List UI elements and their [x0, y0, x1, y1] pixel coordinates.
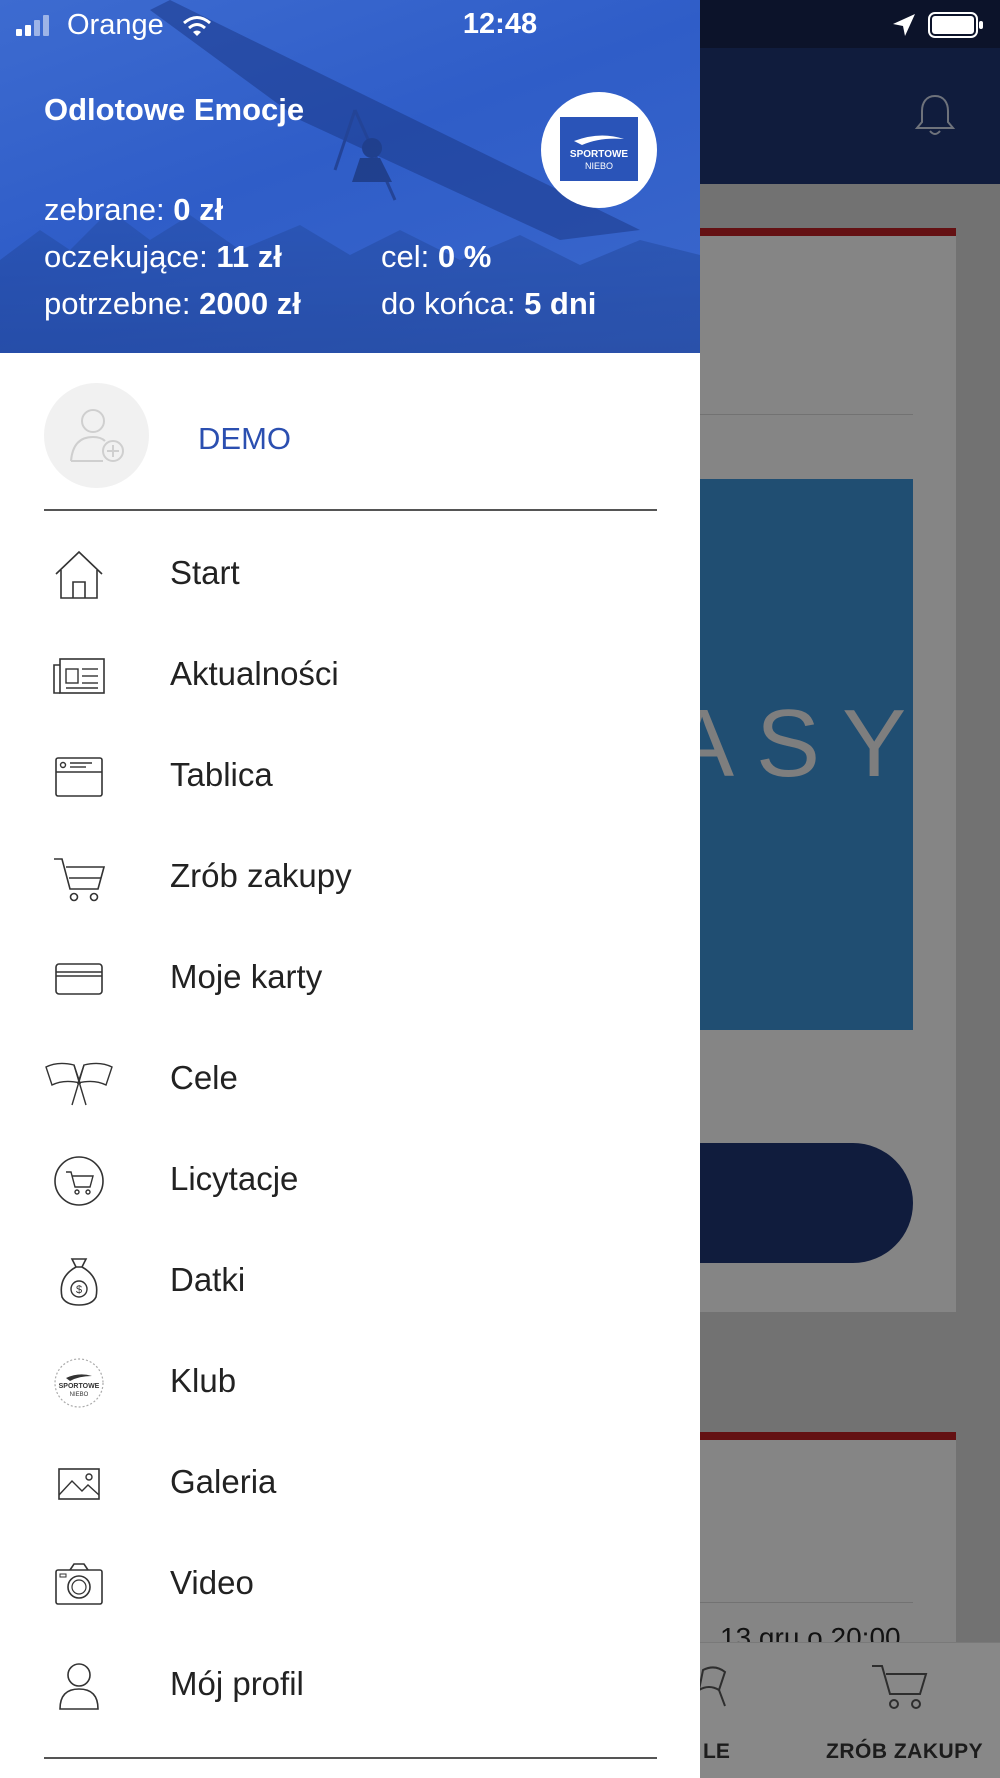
location-arrow-icon: [893, 14, 915, 36]
stat-label: cel:: [381, 239, 430, 274]
flags-icon: [45, 1062, 113, 1106]
stat-value: 0 %: [437, 239, 492, 274]
menu-item-label: Klub: [170, 1362, 237, 1399]
stat-label: oczekujące:: [44, 239, 208, 274]
stat-value: 11 zł: [216, 239, 282, 274]
home-icon: [55, 550, 103, 599]
menu-item-board[interactable]: Tablica: [0, 726, 700, 827]
battery-icon: [928, 12, 983, 38]
stat-needed: potrzebne: 2000 zł: [44, 286, 301, 322]
menu-item-label: Licytacje: [170, 1160, 299, 1197]
wifi-icon: [183, 16, 211, 36]
clock: 12:48: [462, 8, 538, 40]
menu-item-news[interactable]: Aktualności: [0, 625, 700, 726]
menu-item-start[interactable]: Start: [0, 524, 700, 625]
menu-item-goals[interactable]: Cele: [0, 1029, 700, 1130]
menu-item-label: Tablica: [170, 756, 273, 793]
menu-item-shop[interactable]: Zrób zakupy: [0, 827, 700, 928]
stat-value: 2000 zł: [199, 286, 301, 321]
menu-item-label: Galeria: [170, 1463, 277, 1500]
menu-item-gallery[interactable]: Galeria: [0, 1433, 700, 1534]
menu-item-club[interactable]: SPORTOWE NIEBO Klub: [0, 1332, 700, 1433]
club-logo[interactable]: SPORTOWE NIEBO: [541, 92, 657, 208]
svg-text:NIEBO: NIEBO: [70, 1392, 89, 1398]
menu-item-label: Start: [170, 554, 240, 591]
menu-item-label: Mój profil: [170, 1665, 304, 1702]
menu-item-label: Datki: [170, 1261, 246, 1298]
profile-row[interactable]: DEMO: [0, 353, 700, 510]
newspaper-icon: [53, 658, 105, 694]
stat-pending: oczekujące: 11 zł: [44, 239, 282, 275]
auction-cart-icon: [54, 1156, 104, 1206]
club-logo-icon: SPORTOWE NIEBO: [54, 1358, 104, 1408]
carrier-name: Orange: [67, 9, 164, 41]
menu-item-auctions[interactable]: Licytacje: [0, 1130, 700, 1231]
divider: [44, 1757, 657, 1759]
menu-item-label: Video: [170, 1564, 254, 1601]
gallery-icon: [58, 1468, 100, 1500]
board-icon: [55, 757, 103, 797]
menu-item-label: Cele: [170, 1059, 238, 1096]
camera-icon: [55, 1563, 103, 1605]
stat-label: potrzebne:: [44, 286, 191, 321]
avatar[interactable]: [44, 383, 149, 488]
svg-text:NIEBO: NIEBO: [585, 161, 613, 171]
signal-icon: [16, 15, 49, 36]
menu-item-profile[interactable]: Mój profil: [0, 1635, 700, 1736]
stat-value: 5 dni: [524, 286, 597, 321]
stat-value: 0 zł: [173, 192, 224, 227]
svg-text:SPORTOWE: SPORTOWE: [570, 149, 628, 160]
status-bar: Orange 12:48: [0, 0, 1000, 48]
user-name[interactable]: DEMO: [198, 421, 291, 457]
sportowe-niebo-logo-icon: SPORTOWE NIEBO: [570, 135, 628, 171]
stat-remaining: do końca: 5 dni: [381, 286, 596, 322]
navigation-drawer: Odlotowe Emocje zebrane: 0 zł oczekujące…: [0, 0, 700, 1778]
profile-icon: [59, 1663, 99, 1710]
club-logo-badge: SPORTOWE NIEBO: [560, 117, 638, 181]
card-icon: [55, 963, 103, 995]
svg-text:SPORTOWE: SPORTOWE: [59, 1383, 100, 1390]
menu-item-cards[interactable]: Moje karty: [0, 928, 700, 1029]
add-user-icon: [70, 409, 124, 462]
menu-item-video[interactable]: Video: [0, 1534, 700, 1635]
drawer-header: Odlotowe Emocje zebrane: 0 zł oczekujące…: [0, 0, 700, 353]
divider: [44, 509, 657, 511]
menu-item-label: Zrób zakupy: [170, 857, 352, 894]
svg-text:$: $: [76, 1284, 82, 1296]
cart-icon: [54, 858, 106, 902]
campaign-title: Odlotowe Emocje: [44, 92, 305, 127]
stat-collected: zebrane: 0 zł: [44, 192, 223, 228]
stat-goal: cel: 0 %: [381, 239, 491, 275]
money-bag-icon: $: [60, 1258, 98, 1306]
menu-item-label: Aktualności: [170, 655, 339, 692]
stat-label: do końca:: [381, 286, 516, 321]
menu-item-label: Moje karty: [170, 958, 323, 995]
menu-item-donations[interactable]: $ Datki: [0, 1231, 700, 1332]
stat-label: zebrane:: [44, 192, 165, 227]
